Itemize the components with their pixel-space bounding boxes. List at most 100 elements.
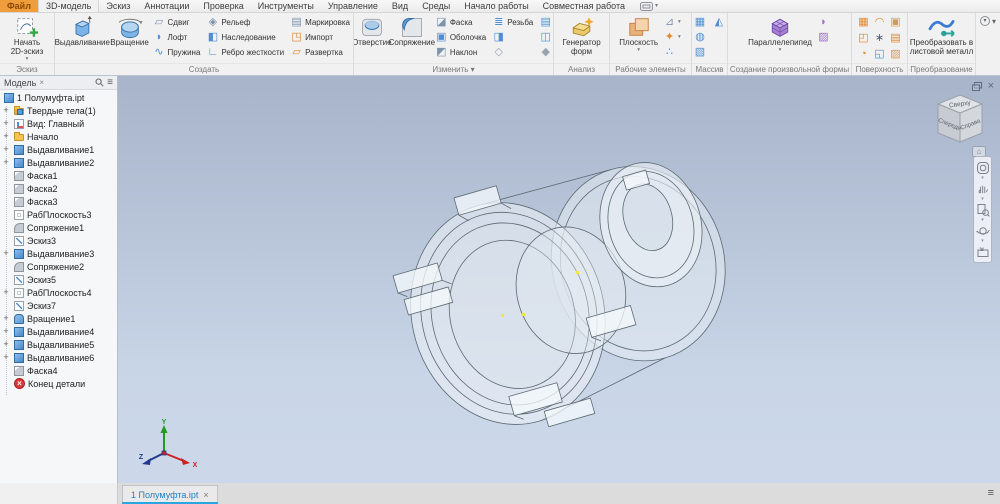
plane-button[interactable]: Плоскость▾ [617,14,660,53]
hole-button[interactable]: Отверстие [354,14,392,48]
circpat-button[interactable]: ◍ [692,30,709,45]
s2-icon[interactable]: ◠ [872,15,887,30]
fillet-button[interactable]: Сопряжение [392,14,432,48]
thread-button[interactable]: ≣Резьба [490,15,535,30]
expand-icon[interactable]: + [1,130,11,143]
shapegen-button[interactable]: Генераторформ [560,14,602,57]
chamfer-button[interactable]: ◪Фаска [433,15,488,30]
sheetmetal-button[interactable]: Преобразовать влистовой металл [908,14,975,57]
graphics-canvas[interactable]: × Сверху Спереди Справа ⌂ ▾▾▾▾ Y X Z [118,76,1000,483]
restore-window-icon[interactable] [972,82,982,91]
tree-item-6[interactable]: Фаска1 [0,169,117,182]
tree-item-13[interactable]: Сопряжение2 [0,260,117,273]
tree-item-20[interactable]: +Выдавливание6 [0,351,117,364]
window-style-button[interactable]: ▾ [640,0,658,12]
shell-button[interactable]: ▣Оболочка [433,30,488,45]
split-button[interactable]: ▤ [537,15,553,30]
model-3d-halfcoupling[interactable] [118,76,1000,483]
tree-item-2[interactable]: +Вид: Главный [0,117,117,130]
s8-icon[interactable]: ◱ [872,47,887,62]
wplane-button[interactable]: ⊿▾ [661,15,683,30]
search-icon[interactable] [95,78,104,87]
nav-wheel-icon[interactable] [975,160,990,175]
menu-tab-4[interactable]: Проверка [196,0,250,12]
close-window-icon[interactable]: × [988,81,994,91]
tree-item-5[interactable]: +Выдавливание2 [0,156,117,169]
menu-tab-3[interactable]: Аннотации [137,0,196,12]
s4-icon[interactable]: ◰ [856,31,871,46]
rectpat-button[interactable]: ▦ [692,15,709,30]
derive-button[interactable]: ◧Наследование [204,30,286,45]
emboss-button[interactable]: ◈Рельеф [204,15,286,30]
sketch2d-button[interactable]: Начать2D-эскиз▾ [7,14,47,62]
delface-button[interactable]: ◇ [490,45,535,60]
s7-icon[interactable]: ◔ [856,47,871,62]
tree-item-1[interactable]: +Твердые тела(1) [0,104,117,117]
tree-item-17[interactable]: +Вращение1 [0,312,117,325]
zoom-window-icon[interactable] [975,202,990,217]
expand-icon[interactable]: + [1,104,11,117]
expand-icon[interactable]: + [1,143,11,156]
document-tab[interactable]: 1 Полумуфта.ipt × [122,485,218,504]
expand-icon[interactable]: + [1,312,11,325]
orbit-icon[interactable] [975,223,990,238]
revolve-button[interactable]: Вращение [110,14,150,48]
mirror-button[interactable]: ◭ [711,15,728,30]
expand-icon[interactable]: + [1,156,11,169]
pan-icon[interactable] [975,181,990,196]
copyobj-button[interactable]: ◆ [537,45,553,60]
menu-tab-10[interactable]: Совместная работа [536,0,632,12]
extrude-button[interactable]: Выдавливание [55,14,110,48]
expand-icon[interactable]: + [1,286,11,299]
browser-menu-icon[interactable]: ≡ [107,78,113,88]
menu-tab-2[interactable]: Эскиз [99,0,137,12]
menu-tab-7[interactable]: Вид [385,0,415,12]
s3-icon[interactable]: ▣ [888,15,903,30]
tree-item-4[interactable]: +Выдавливание1 [0,143,117,156]
tree-item-10[interactable]: Сопряжение1 [0,221,117,234]
waxis-button[interactable]: ✦▾ [661,30,683,45]
browser-close-icon[interactable]: × [39,78,44,87]
tree-item-7[interactable]: Фаска2 [0,182,117,195]
move-button[interactable]: ◫ [537,30,553,45]
expand-icon[interactable]: + [1,117,11,130]
loft-button[interactable]: ◗Лофт [151,30,203,45]
tree-item-16[interactable]: Эскиз7 [0,299,117,312]
tree-item-12[interactable]: +Выдавливание3 [0,247,117,260]
sketchpat-button[interactable]: ▧ [692,45,709,60]
draft-button[interactable]: ◩Наклон [433,45,488,60]
s6-icon[interactable]: ▤ [888,31,903,46]
expand-icon[interactable]: + [1,351,11,364]
tab-close-icon[interactable]: × [203,490,208,500]
expand-icon[interactable]: + [1,338,11,351]
menu-tab-6[interactable]: Управление [321,0,385,12]
s1-icon[interactable]: ▦ [856,15,871,30]
combine-button[interactable]: ◨ [490,30,535,45]
s5-icon[interactable]: ∗ [872,31,887,46]
wpoint-button[interactable]: ∴ [661,45,683,60]
ribbon-collapse-button[interactable]: ▾ ▾ [980,16,996,26]
unwrap-button[interactable]: ▱Развертка [288,45,352,60]
tree-item-9[interactable]: РабПлоскость3 [0,208,117,221]
menu-tab-5[interactable]: Инструменты [251,0,321,12]
menu-tab-8[interactable]: Среды [415,0,457,12]
rib-button[interactable]: ∟Ребро жесткости [204,45,286,60]
tree-item-21[interactable]: Фаска4 [0,364,117,377]
menu-tab-0[interactable]: Файл [0,0,38,12]
menu-tab-1[interactable]: 3D-модель [38,0,99,12]
expand-icon[interactable]: + [1,247,11,260]
freeform2-button[interactable]: ◗ [815,15,832,30]
tree-item-3[interactable]: +Начало [0,130,117,143]
menu-tab-9[interactable]: Начало работы [457,0,535,12]
sweep-button[interactable]: ▱Сдвиг [151,15,203,30]
decal-button[interactable]: ▤Маркировка [288,15,352,30]
tree-item-19[interactable]: +Выдавливание5 [0,338,117,351]
boxfree-button[interactable]: Параллелепипед▾ [746,14,814,53]
import-button[interactable]: ◳Импорт [288,30,352,45]
tree-item-14[interactable]: Эскиз5 [0,273,117,286]
tab-list-icon[interactable]: ≡ [988,486,994,501]
expand-icon[interactable]: + [1,325,11,338]
tree-item-15[interactable]: +РабПлоскость4 [0,286,117,299]
freeform3-button[interactable]: ▨ [815,30,832,45]
tree-item-11[interactable]: Эскиз3 [0,234,117,247]
